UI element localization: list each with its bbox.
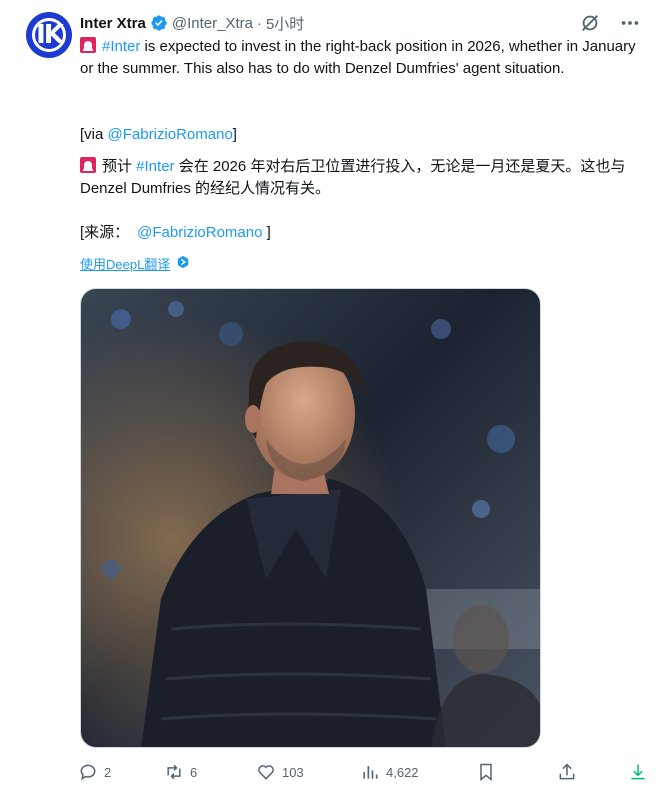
bookmark-button[interactable] (476, 762, 496, 782)
reply-button[interactable]: 2 (78, 762, 111, 782)
verified-badge-icon (150, 14, 168, 32)
handle[interactable]: @Inter_Xtra (172, 15, 253, 32)
hashtag-inter-cn[interactable]: #Inter (136, 158, 174, 175)
siren-icon (80, 37, 96, 53)
photo-illustration (81, 289, 540, 747)
grok-icon[interactable] (579, 12, 601, 34)
reply-icon (80, 764, 96, 781)
more-icon[interactable] (619, 12, 641, 34)
siren-icon (80, 157, 96, 173)
views-count: 4,622 (386, 764, 419, 780)
translate-label: 使用DeepL翻译 (80, 257, 171, 272)
bookmark-icon (480, 763, 492, 782)
top-icons (579, 12, 641, 34)
views-button[interactable]: 4,622 (360, 762, 419, 782)
share-button[interactable] (557, 762, 577, 782)
cn-prefix: 预计 (102, 158, 137, 175)
share-icon (559, 763, 575, 780)
source-prefix: [来源： (80, 224, 130, 241)
tweet-header: Inter Xtra @Inter_Xtra · 5小时 (80, 12, 304, 34)
action-bar: 2 6 103 4,622 (78, 762, 648, 786)
download-button[interactable] (628, 762, 648, 782)
source-suffix: ] (262, 224, 271, 241)
display-name[interactable]: Inter Xtra (80, 15, 146, 32)
deepl-icon (176, 255, 190, 272)
tweet-text-english: #Inter is expected to invest in the righ… (80, 36, 645, 80)
like-count: 103 (282, 764, 304, 780)
tweet-text-chinese: 预计 #Inter 会在 2026 年对右后卫位置进行投入，无论是一月还是夏天。… (80, 156, 645, 200)
tweet-photo[interactable] (80, 288, 541, 748)
avatar-ring (32, 18, 66, 52)
mention-fabrizio-cn[interactable]: @FabrizioRomano (137, 224, 262, 241)
via-suffix: ] (232, 126, 237, 143)
retweet-icon (167, 764, 181, 780)
download-icon (631, 764, 645, 780)
separator-dot: · (256, 14, 262, 32)
timestamp[interactable]: 5小时 (266, 13, 304, 34)
via-prefix: [via (80, 126, 108, 143)
views-icon (363, 766, 378, 779)
via-line: [via @FabrizioRomano] (80, 124, 645, 146)
translate-link[interactable]: 使用DeepL翻译 (80, 254, 190, 273)
source-line: [来源： @FabrizioRomano ] (80, 222, 645, 244)
mention-fabrizio[interactable]: @FabrizioRomano (108, 126, 233, 143)
tweet-text-en-body: is expected to invest in the right-back … (80, 38, 636, 77)
like-icon (258, 765, 274, 780)
reply-count: 2 (104, 764, 112, 780)
like-button[interactable]: 103 (256, 762, 304, 782)
avatar[interactable]: IK (26, 12, 72, 58)
retweet-button[interactable]: 6 (164, 762, 197, 782)
retweet-count: 6 (190, 764, 198, 780)
hashtag-inter[interactable]: #Inter (102, 38, 140, 55)
